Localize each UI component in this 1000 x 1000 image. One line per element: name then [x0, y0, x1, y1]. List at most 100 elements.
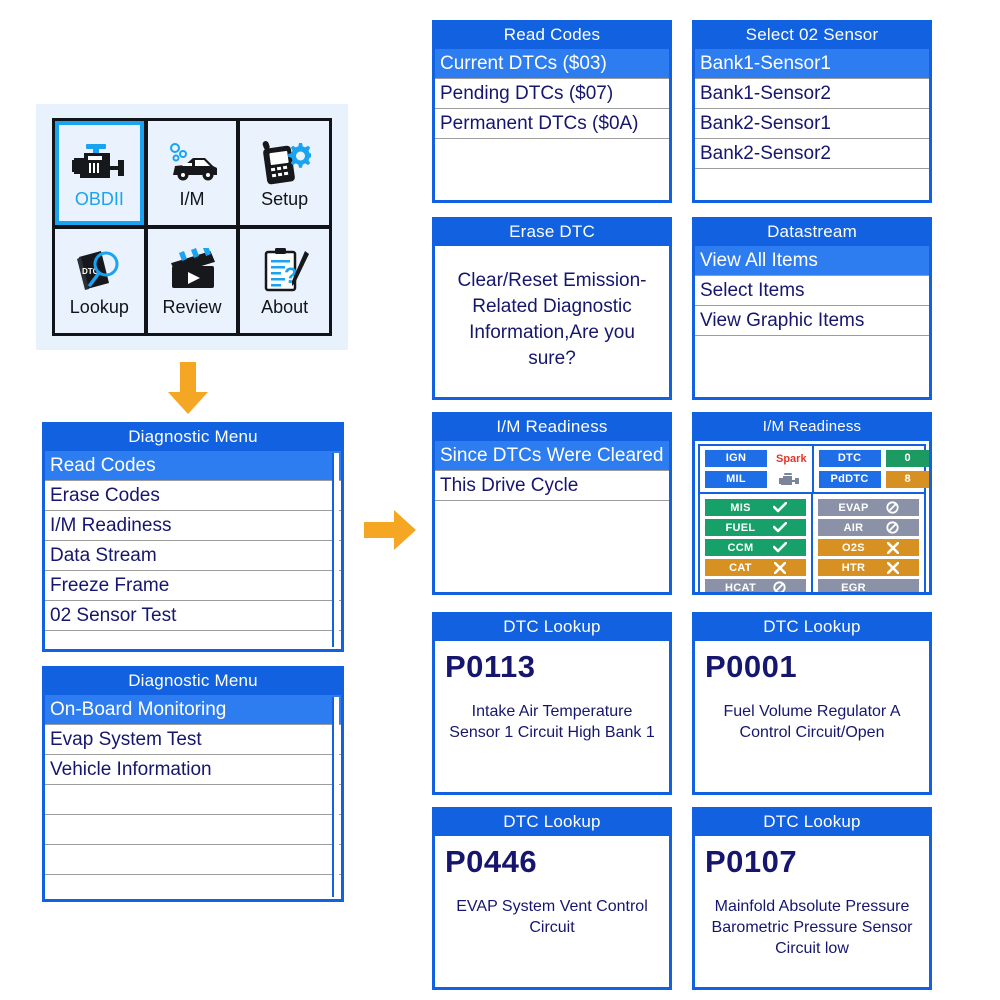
dtc-code: P0446	[445, 844, 538, 879]
im-row-ign: IGN Spark	[705, 450, 807, 467]
list-item[interactable]: Erase Codes	[45, 481, 341, 511]
panel-title: Datastream	[767, 222, 857, 241]
list-item[interactable]: Bank2-Sensor2	[695, 139, 929, 169]
list-item[interactable]: Freeze Frame	[45, 571, 341, 601]
panel-dtc-lookup-4: DTC Lookup P0107 Mainfold Absolute Press…	[692, 807, 932, 990]
tile-label: Lookup	[69, 296, 129, 317]
list-item[interactable]: Read Codes	[45, 451, 341, 481]
im-monitor-ccm: CCM	[705, 539, 806, 556]
panel-dtc-lookup-3: DTC Lookup P0446 EVAP System Vent Contro…	[432, 807, 672, 990]
dtc-magnifier-icon: DTC	[71, 245, 127, 295]
clapperboard-icon	[165, 245, 219, 295]
panel-body: View All Items Select Items View Graphic…	[695, 246, 929, 397]
menu-list: Read Codes Erase Codes I/M Readiness Dat…	[45, 451, 341, 631]
panel-title: DTC Lookup	[503, 617, 601, 636]
tile-im[interactable]: I/M	[147, 121, 237, 225]
dtc-description: EVAP System Vent Control Circuit	[456, 898, 648, 936]
tile-label: About	[261, 296, 309, 317]
home-tile-grid: OBDII I/M Setup DTC Lookup Review ? Abou…	[52, 118, 332, 336]
panel-title: Read Codes	[503, 25, 601, 44]
panel-body: Read Codes Erase Codes I/M Readiness Dat…	[45, 451, 341, 649]
panel-title: Diagnostic Menu	[128, 427, 258, 446]
check-icon	[772, 502, 788, 513]
panel-im-readiness-menu: I/M Readiness Since DTCs Were Cleared Th…	[432, 412, 672, 595]
menu-list: Since DTCs Were Cleared This Drive Cycle	[435, 441, 669, 501]
panel-title: Select 02 Sensor	[745, 25, 879, 44]
cross-icon	[772, 561, 788, 574]
tile-label: I/M	[179, 188, 205, 209]
list-item[interactable]: Bank2-Sensor1	[695, 109, 929, 139]
not-allowed-icon	[885, 521, 901, 534]
im-row-mil: MIL	[705, 471, 807, 488]
list-item-empty	[45, 845, 341, 875]
list-item[interactable]: Vehicle Information	[45, 755, 341, 785]
panel-body: P0446 EVAP System Vent Control Circuit	[435, 836, 669, 987]
im-key-label: PdDTC	[818, 471, 881, 488]
panel-erase-dtc: Erase DTC Clear/Reset Emission-Related D…	[432, 217, 672, 400]
im-key-label: IGN	[705, 450, 767, 467]
tile-setup[interactable]: Setup	[240, 121, 329, 225]
list-item[interactable]: On-Board Monitoring	[45, 695, 341, 725]
im-row-pddtc: PdDTC 8	[818, 471, 929, 488]
im-monitor-htr: HTR	[818, 559, 919, 576]
dtc-code: P0001	[705, 649, 798, 684]
panel-title: DTC Lookup	[503, 812, 601, 831]
im-value-ign-type: Spark	[776, 452, 807, 465]
list-item[interactable]: Pending DTCs ($07)	[435, 79, 669, 109]
panel-body: On-Board Monitoring Evap System Test Veh…	[45, 695, 341, 899]
list-item[interactable]: Current DTCs ($03)	[435, 49, 669, 79]
list-item[interactable]: View All Items	[695, 246, 929, 276]
list-item[interactable]: Since DTCs Were Cleared	[435, 441, 669, 471]
im-monitor-label: HTR	[841, 561, 866, 574]
im-value-pddtc-count: 8	[885, 471, 929, 488]
im-monitor-label: EGR	[841, 581, 866, 593]
panel-diagnostic-menu-2: Diagnostic Menu On-Board Monitoring Evap…	[42, 666, 344, 902]
im-key-label: DTC	[818, 450, 881, 467]
list-item[interactable]: View Graphic Items	[695, 306, 929, 336]
panel-body: P0113 Intake Air Temperature Sensor 1 Ci…	[435, 641, 669, 792]
list-item[interactable]: I/M Readiness	[45, 511, 341, 541]
cross-icon	[885, 541, 901, 554]
im-summary-left: IGN Spark MIL	[700, 446, 812, 492]
im-value-dtc-count: 0	[885, 450, 929, 467]
panel-title: I/M Readiness	[762, 418, 862, 435]
panel-body: Current DTCs ($03) Pending DTCs ($07) Pe…	[435, 49, 669, 200]
clipboard-question-icon: ?	[259, 245, 311, 295]
im-monitors-section: MIS FUEL CCM CAT HCAT EVAP AIR O2S HTR E…	[698, 494, 926, 592]
dtc-code: P0113	[445, 649, 536, 684]
list-item[interactable]: Permanent DTCs ($0A)	[435, 109, 669, 139]
tile-lookup[interactable]: DTC Lookup	[55, 229, 144, 333]
list-item[interactable]: Data Stream	[45, 541, 341, 571]
im-monitors-right: EVAP AIR O2S HTR EGR	[811, 494, 924, 592]
tile-obdii[interactable]: OBDII	[55, 121, 144, 225]
list-item[interactable]: Evap System Test	[45, 725, 341, 755]
panel-diagnostic-menu-1: Diagnostic Menu Read Codes Erase Codes I…	[42, 422, 344, 652]
list-item[interactable]: This Drive Cycle	[435, 471, 669, 501]
panel-body: P0107 Mainfold Absolute Pressure Baromet…	[695, 836, 929, 987]
tile-review[interactable]: Review	[147, 229, 237, 333]
scrollbar[interactable]	[332, 453, 339, 647]
dtc-description: Fuel Volume Regulator A Control Circuit/…	[723, 703, 901, 741]
engine-icon	[70, 137, 128, 187]
list-item[interactable]: 02 Sensor Test	[45, 601, 341, 631]
list-item[interactable]: Bank1-Sensor1	[695, 49, 929, 79]
panel-dtc-lookup-1: DTC Lookup P0113 Intake Air Temperature …	[432, 612, 672, 795]
menu-list: On-Board Monitoring Evap System Test Veh…	[45, 695, 341, 875]
im-monitor-air: AIR	[818, 519, 919, 536]
panel-title: DTC Lookup	[763, 812, 861, 831]
panel-title: I/M Readiness	[496, 417, 608, 436]
im-monitor-label: FUEL	[725, 521, 756, 534]
im-monitor-label: EVAP	[838, 501, 869, 514]
im-monitor-o2s: O2S	[818, 539, 919, 556]
list-item[interactable]: Bank1-Sensor2	[695, 79, 929, 109]
tile-about[interactable]: ? About	[240, 229, 329, 333]
im-monitor-label: HCAT	[725, 581, 756, 593]
arrow-right-icon	[364, 508, 418, 557]
im-monitor-label: O2S	[842, 541, 865, 554]
im-monitors-left: MIS FUEL CCM CAT HCAT	[700, 494, 811, 592]
scrollbar[interactable]	[332, 697, 339, 897]
list-item[interactable]: Select Items	[695, 276, 929, 306]
im-summary-section: IGN Spark MIL DTC 0 PdDTC 8	[698, 444, 929, 494]
panel-body: Since DTCs Were Cleared This Drive Cycle	[435, 441, 669, 592]
check-icon	[772, 522, 788, 533]
